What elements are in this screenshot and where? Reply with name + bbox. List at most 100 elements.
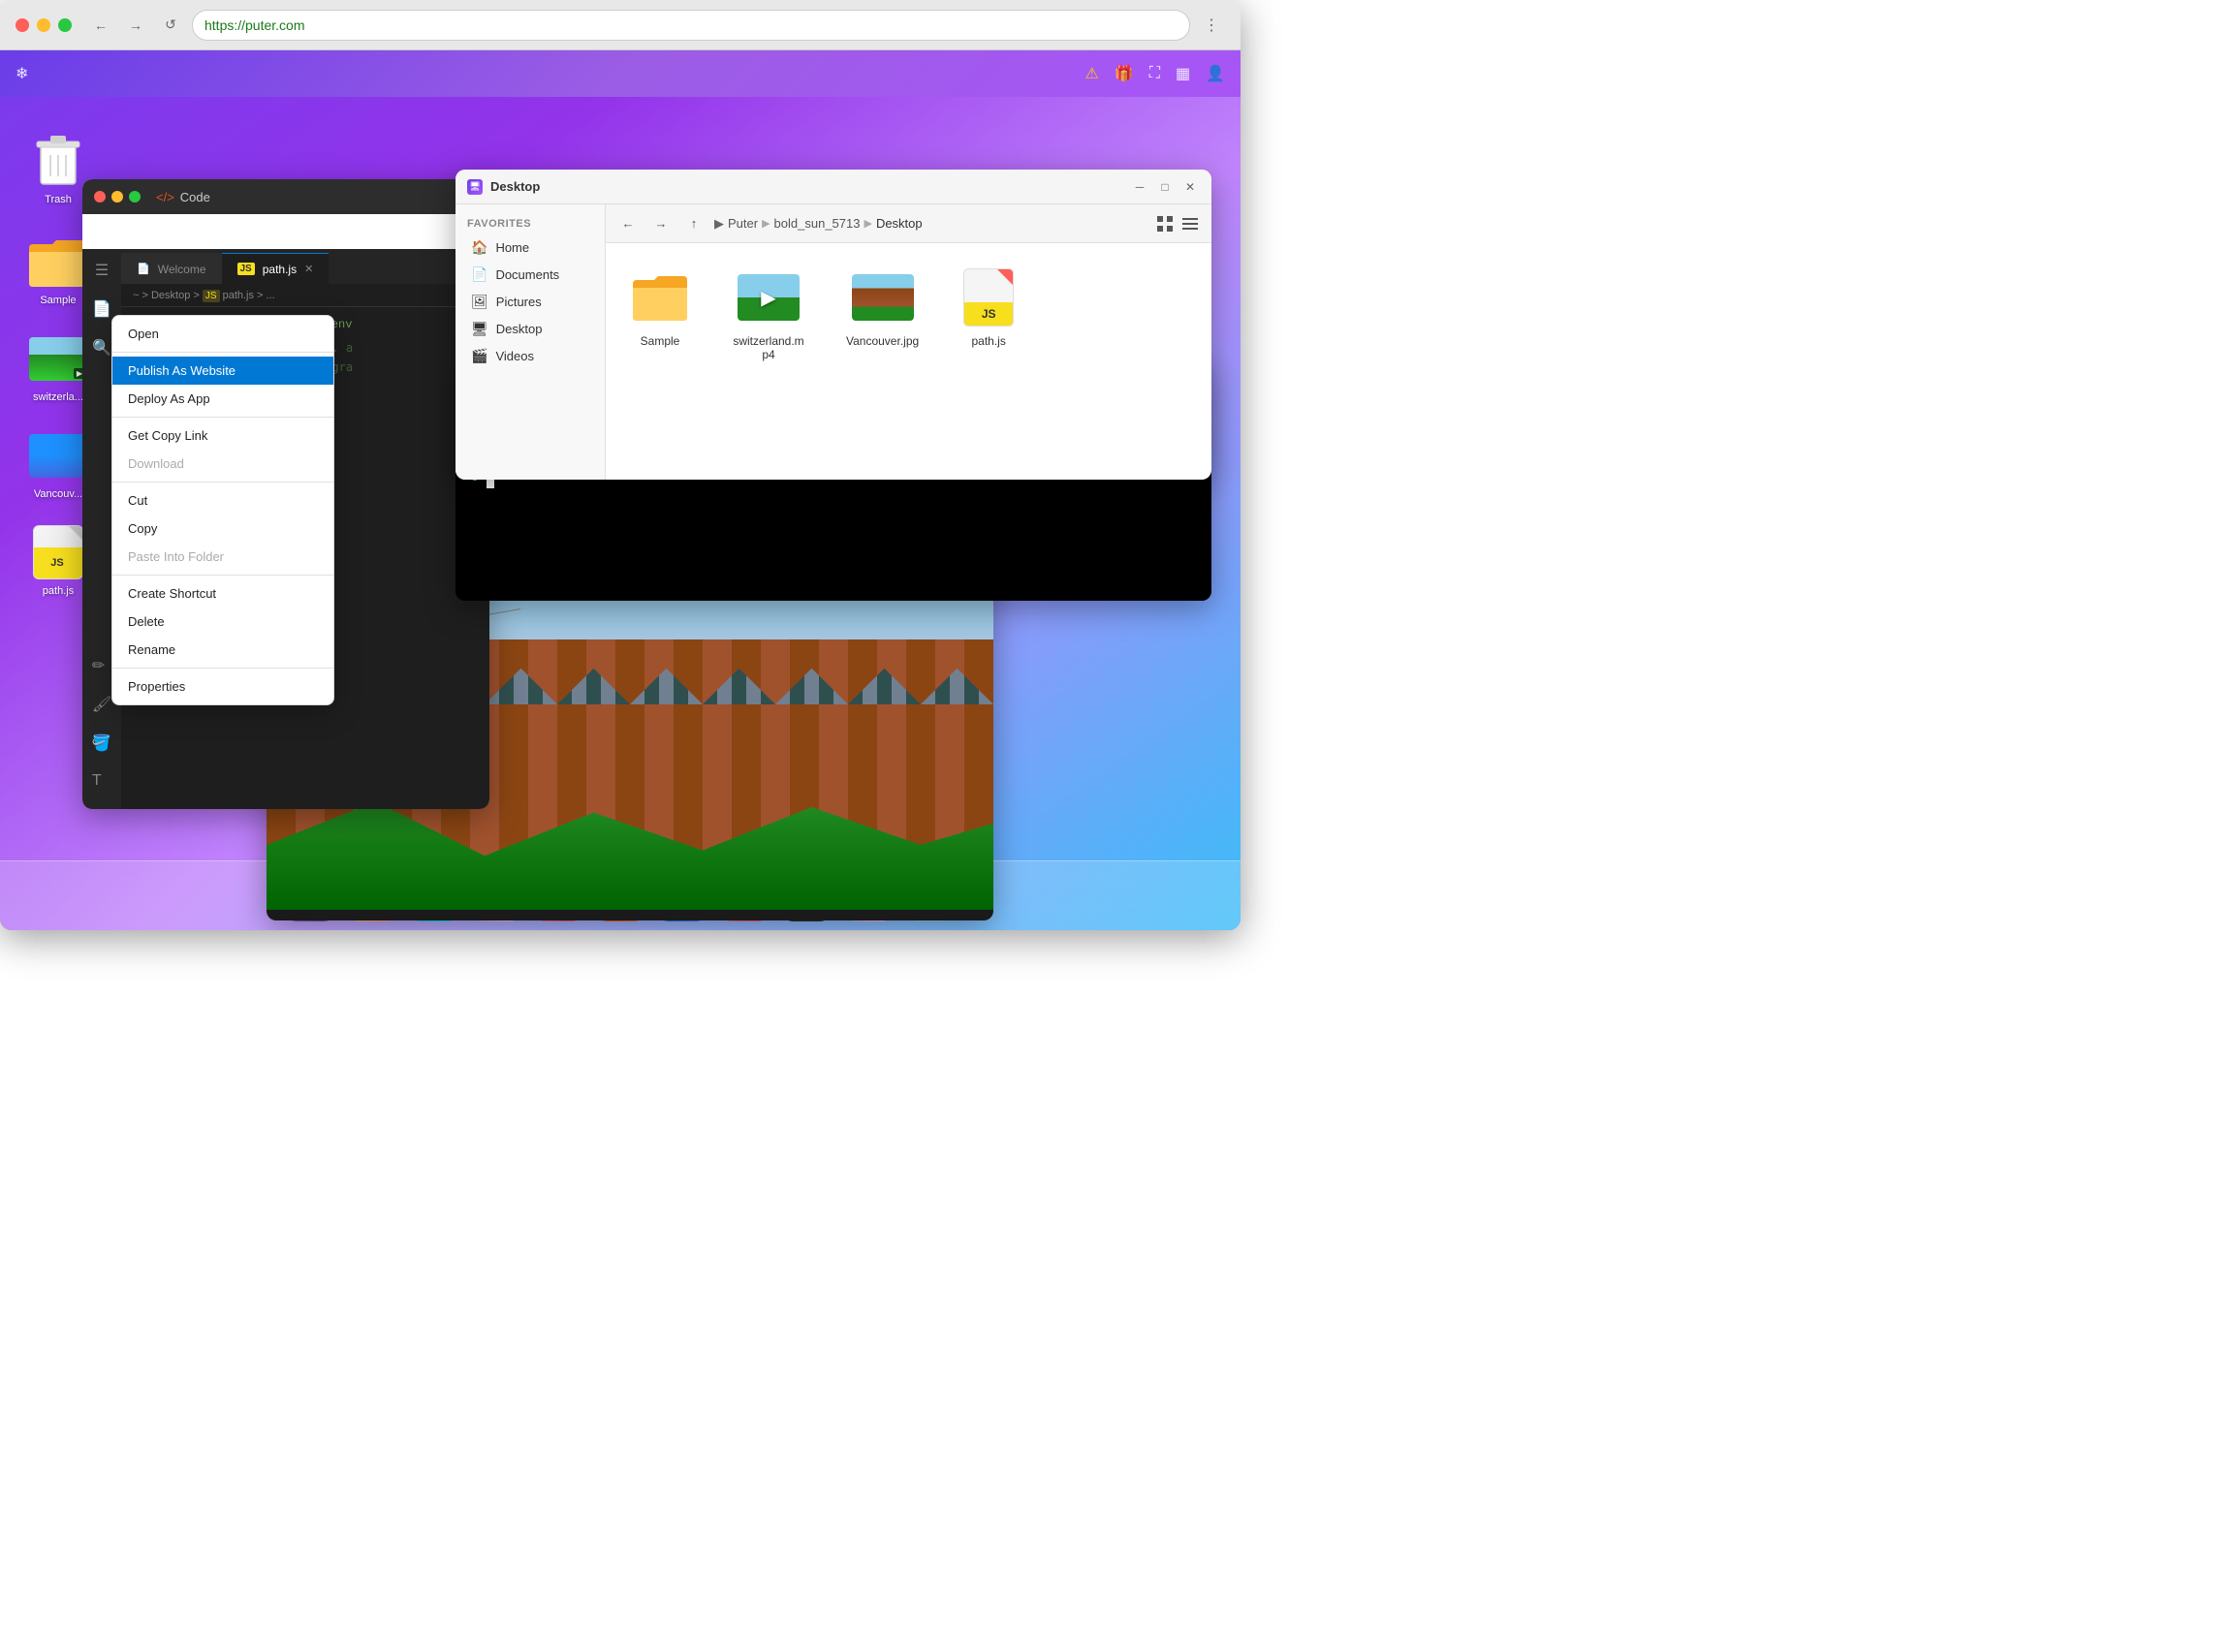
code-titlebar: </> Code bbox=[82, 179, 489, 214]
sidebar-item-videos[interactable]: 🎬 Videos bbox=[459, 343, 601, 369]
ctx-sep2 bbox=[112, 417, 333, 418]
fm-bc-sep2: ▶ bbox=[864, 217, 871, 230]
home-icon: 🏠 bbox=[471, 239, 487, 256]
code-sidebar-fill-icon[interactable]: 🪣 bbox=[88, 730, 115, 757]
ctx-create-shortcut[interactable]: Create Shortcut bbox=[112, 579, 333, 608]
fm-forward-btn[interactable]: → bbox=[648, 211, 674, 236]
code-maximize-button[interactable] bbox=[129, 191, 141, 203]
fm-up-btn[interactable]: ↑ bbox=[681, 211, 707, 236]
ctx-rename[interactable]: Rename bbox=[112, 636, 333, 664]
switzerland-icon: ▶ bbox=[29, 329, 87, 388]
ctx-cut-label: Cut bbox=[128, 493, 147, 508]
refresh-button[interactable]: ↺ bbox=[157, 12, 184, 39]
fm-bc-sep1: ▶ bbox=[762, 217, 770, 230]
sample-folder-icon bbox=[29, 233, 87, 291]
tab-pathjs[interactable]: JS path.js ✕ bbox=[222, 253, 330, 284]
tab-pathjs-close[interactable]: ✕ bbox=[304, 263, 313, 275]
sidebar-item-home-label: Home bbox=[495, 240, 529, 255]
ctx-properties[interactable]: Properties bbox=[112, 672, 333, 701]
code-sidebar-text-icon[interactable]: T bbox=[88, 768, 115, 794]
browser-menu-button[interactable]: ⋮ bbox=[1198, 12, 1225, 39]
sidebar-item-home[interactable]: 🏠 Home bbox=[459, 234, 601, 261]
fm-file-pathjs[interactable]: JS path.js bbox=[950, 259, 1027, 464]
gift-icon[interactable]: 🎁 bbox=[1115, 64, 1134, 83]
fm-folder-icon bbox=[629, 266, 691, 328]
tab-pathjs-icon: JS bbox=[237, 263, 255, 275]
fm-file-sample[interactable]: Sample bbox=[621, 259, 699, 464]
sidebar-item-pictures[interactable]: 🖼 Pictures bbox=[459, 289, 601, 315]
address-url: https://puter.com bbox=[204, 17, 305, 33]
fm-bc-desktop-label: Desktop bbox=[876, 216, 923, 231]
fm-minimize-btn[interactable]: ─ bbox=[1130, 177, 1149, 197]
ctx-sep1 bbox=[112, 352, 333, 353]
ctx-open[interactable]: Open bbox=[112, 320, 333, 348]
fm-maximize-btn[interactable]: □ bbox=[1155, 177, 1175, 197]
ctx-cut[interactable]: Cut bbox=[112, 486, 333, 514]
vancouver-icon bbox=[29, 426, 87, 484]
browser-window: ← → ↺ https://puter.com ⋮ ❄ ⚠ 🎁 ⛶ ▦ 👤 bbox=[0, 0, 1241, 930]
ctx-delete[interactable]: Delete bbox=[112, 608, 333, 636]
minimize-button[interactable] bbox=[37, 18, 50, 32]
ctx-paste-into-folder: Paste Into Folder bbox=[112, 543, 333, 571]
maximize-button[interactable] bbox=[58, 18, 72, 32]
fm-list-view-btn[interactable] bbox=[1178, 212, 1202, 235]
ctx-get-copy-link[interactable]: Get Copy Link bbox=[112, 421, 333, 450]
fm-grid-view-btn[interactable] bbox=[1153, 212, 1177, 235]
ctx-delete-label: Delete bbox=[128, 614, 165, 629]
back-button[interactable]: ← bbox=[87, 12, 114, 39]
fm-back-btn[interactable]: ← bbox=[615, 211, 641, 236]
close-button[interactable] bbox=[16, 18, 29, 32]
fm-file-switzerland[interactable]: ▶ switzerland.mp4 bbox=[722, 259, 815, 464]
fm-files: Sample ▶ switzerland.mp4 bbox=[606, 243, 1211, 480]
ctx-create-shortcut-label: Create Shortcut bbox=[128, 586, 216, 601]
sidebar-item-documents-label: Documents bbox=[495, 267, 559, 282]
ctx-copy[interactable]: Copy bbox=[112, 514, 333, 543]
sample-label: Sample bbox=[40, 295, 76, 306]
ctx-properties-label: Properties bbox=[128, 679, 185, 694]
context-menu: Open Publish As Website Deploy As App Ge… bbox=[111, 315, 334, 705]
code-editor-icon: </> bbox=[156, 190, 174, 204]
fullscreen-icon[interactable]: ⛶ bbox=[1149, 65, 1160, 82]
pathjs-label: path.js bbox=[43, 585, 74, 597]
ctx-publish-website[interactable]: Publish As Website bbox=[112, 357, 333, 385]
ctx-open-label: Open bbox=[128, 327, 159, 341]
browser-titlebar: ← → ↺ https://puter.com ⋮ bbox=[0, 0, 1241, 50]
code-window-controls bbox=[94, 191, 141, 203]
desktop-area: Trash Sample ▶ switzer bbox=[0, 97, 1241, 930]
code-sidebar-menu-icon[interactable]: ☰ bbox=[91, 257, 112, 284]
address-bar[interactable]: https://puter.com bbox=[192, 10, 1190, 41]
fm-toolbar: ← → ↑ ▶ Puter ▶ bold_sun_5713 ▶ Desktop bbox=[606, 204, 1211, 243]
sidebar-item-documents[interactable]: 📄 Documents bbox=[459, 262, 601, 288]
ctx-deploy-label: Deploy As App bbox=[128, 391, 210, 406]
ctx-rename-label: Rename bbox=[128, 642, 175, 657]
user-icon[interactable]: 👤 bbox=[1206, 64, 1225, 83]
ctx-publish-label: Publish As Website bbox=[128, 363, 236, 378]
fm-vancouver-icon bbox=[852, 266, 914, 328]
traffic-lights bbox=[16, 18, 72, 32]
ctx-deploy-app[interactable]: Deploy As App bbox=[112, 385, 333, 413]
forward-button[interactable]: → bbox=[122, 12, 149, 39]
fm-file-vancouver[interactable]: Vancouver.jpg bbox=[838, 259, 927, 464]
fm-switzerland-icon: ▶ bbox=[738, 266, 800, 328]
trash-label: Trash bbox=[45, 194, 72, 205]
fm-bc-user-label: bold_sun_5713 bbox=[774, 216, 861, 231]
qr-icon[interactable]: ▦ bbox=[1176, 64, 1190, 83]
code-editor-title: Code bbox=[180, 190, 210, 204]
tab-welcome-icon: 📄 bbox=[137, 263, 150, 275]
fm-controls: ─ □ ✕ bbox=[1130, 177, 1200, 197]
sidebar-item-desktop[interactable]: 🖥 Desktop bbox=[459, 316, 601, 342]
file-manager-window: 🖥 Desktop ─ □ ✕ Favorites 🏠 Home bbox=[456, 170, 1211, 480]
fm-pathjs-icon: JS bbox=[958, 266, 1020, 328]
sidebar-item-videos-label: Videos bbox=[495, 349, 534, 363]
warning-icon[interactable]: ⚠ bbox=[1084, 64, 1098, 83]
tab-welcome[interactable]: 📄 Welcome bbox=[121, 253, 222, 284]
fm-close-btn[interactable]: ✕ bbox=[1180, 177, 1200, 197]
tab-pathjs-label: path.js bbox=[263, 263, 297, 276]
code-breadcrumb-text: ~ > Desktop > JS path.js > ... bbox=[133, 290, 275, 301]
ctx-sep4 bbox=[112, 575, 333, 576]
code-minimize-button[interactable] bbox=[111, 191, 123, 203]
fm-favorites-section: Favorites 🏠 Home 📄 Documents 🖼 Pictures bbox=[456, 212, 605, 374]
code-close-button[interactable] bbox=[94, 191, 106, 203]
sidebar-item-pictures-label: Pictures bbox=[496, 295, 542, 309]
fm-file-switzerland-label: switzerland.mp4 bbox=[730, 334, 807, 361]
